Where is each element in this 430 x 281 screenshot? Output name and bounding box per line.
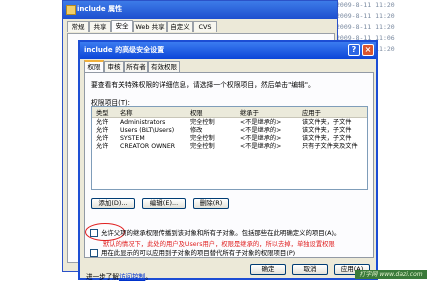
cell-apply-to: 只有子文件夹及文件 <box>302 143 358 150</box>
tab-cvs[interactable]: CVS <box>193 21 217 32</box>
table-row[interactable]: 允许 Administrators 完全控制 <不是继承的> 该文件夹，子文件 <box>92 119 367 127</box>
cell-apply-to: 该文件夹，子文件 <box>302 127 352 134</box>
properties-titlebar[interactable]: include 属性 <box>63 1 337 19</box>
dialog-title: include 的高级安全设置 <box>84 46 165 54</box>
tab-security[interactable]: 安全 <box>111 20 133 32</box>
cell-inherited-from: <不是继承的> <box>240 127 282 134</box>
remove-button[interactable]: 删除(R) <box>193 198 229 209</box>
cell-type: 允许 <box>96 135 109 142</box>
advanced-security-dialog: include 的高级安全设置 ? × 权限 审核 所有者 有效权限 要查看有关… <box>78 40 378 281</box>
cell-name: Administrators <box>120 119 166 126</box>
column-header-type[interactable]: 类型 <box>96 108 109 117</box>
annotation-note: 默认的情况下，此处的用户及Users用户，权限是继承的，所以去掉，单独设置权限 <box>103 241 335 248</box>
table-header: 类型 名称 权限 继承于 应用于 <box>92 107 367 118</box>
cell-name: CREATOR OWNER <box>120 143 176 150</box>
cell-inherited-from: <不是继承的> <box>240 119 282 126</box>
tab-sharing[interactable]: 共享 <box>89 21 111 32</box>
help-button[interactable]: ? <box>348 44 360 56</box>
folder-icon <box>66 5 76 15</box>
file-timestamp: 2009-8-11 11:20 <box>336 1 395 9</box>
replace-checkbox[interactable] <box>90 249 98 257</box>
inherit-checkbox-label: 允许父项的继承权限传播到该对象和所有子对象。包括那些在此明确定义的项目(A)。 <box>101 229 341 237</box>
cell-apply-to: 该文件夹，子文件 <box>302 119 352 126</box>
column-header-permission[interactable]: 权限 <box>190 108 203 117</box>
edit-button[interactable]: 编辑(E)... <box>142 198 186 209</box>
column-header-name[interactable]: 名称 <box>120 108 133 117</box>
inherit-permissions-option[interactable]: 允许父项的继承权限传播到该对象和所有子对象。包括那些在此明确定义的项目(A)。 <box>90 228 340 237</box>
cell-type: 允许 <box>96 127 109 134</box>
tab-general[interactable]: 常规 <box>67 21 89 32</box>
file-timestamp: 2009-8-11 11:20 <box>336 23 395 31</box>
cell-permission: 修改 <box>190 127 203 134</box>
permissions-panel: 要查看有关特殊权限的详细信息，请选择一个权限项目，然后单击"编辑"。 权限项目(… <box>84 72 374 258</box>
table-row[interactable]: 允许 SYSTEM 完全控制 <不是继承的> 该文件夹，子文件 <box>92 135 367 143</box>
cell-inherited-from: <不是继承的> <box>240 143 282 150</box>
replace-checkbox-label: 用在此显示的可以应用到子对象的项目替代所有子对象的权限项目(P) <box>101 249 296 257</box>
cell-type: 允许 <box>96 119 109 126</box>
dialog-titlebar[interactable]: include 的高级安全设置 ? × <box>80 42 376 59</box>
cell-type: 允许 <box>96 143 109 150</box>
close-button[interactable]: × <box>362 44 374 56</box>
ok-button[interactable]: 确定 <box>250 264 286 275</box>
cell-name: SYSTEM <box>120 135 145 142</box>
tab-auditing[interactable]: 审核 <box>104 61 124 72</box>
intro-text: 要查看有关特殊权限的详细信息，请选择一个权限项目，然后单击"编辑"。 <box>91 81 315 89</box>
cell-inherited-from: <不是继承的> <box>240 135 282 142</box>
cell-permission: 完全控制 <box>190 119 215 126</box>
cell-permission: 完全控制 <box>190 143 215 150</box>
cell-permission: 完全控制 <box>190 135 215 142</box>
add-button[interactable]: 添加(D)... <box>91 198 135 209</box>
tab-web-sharing[interactable]: Web 共享 <box>133 21 167 32</box>
tab-owner[interactable]: 所有者 <box>124 61 148 72</box>
tab-effective-permissions[interactable]: 有效权限 <box>148 61 180 72</box>
site-watermark: 打字网 www.dazi.com <box>355 270 427 279</box>
table-row[interactable]: 允许 Users (BLT\Users) 修改 <不是继承的> 该文件夹，子文件 <box>92 127 367 135</box>
column-header-inherited-from[interactable]: 继承于 <box>240 108 259 117</box>
inherit-checkbox[interactable] <box>90 229 98 237</box>
table-row[interactable]: 允许 CREATOR OWNER 完全控制 <不是继承的> 只有子文件夹及文件 <box>92 143 367 151</box>
column-header-apply-to[interactable]: 应用于 <box>302 108 321 117</box>
tab-customize[interactable]: 自定义 <box>167 21 193 32</box>
permission-entries-table[interactable]: 类型 名称 权限 继承于 应用于 允许 Administrators 完全控制 … <box>91 106 368 190</box>
file-timestamp: 2009-8-11 11:20 <box>336 12 395 20</box>
cancel-button[interactable]: 取消 <box>292 264 328 275</box>
cell-name: Users (BLT\Users) <box>120 127 175 134</box>
replace-child-permissions-option[interactable]: 用在此显示的可以应用到子对象的项目替代所有子对象的权限项目(P) <box>90 248 295 257</box>
cell-apply-to: 该文件夹，子文件 <box>302 135 352 142</box>
properties-title: include 属性 <box>77 5 123 13</box>
